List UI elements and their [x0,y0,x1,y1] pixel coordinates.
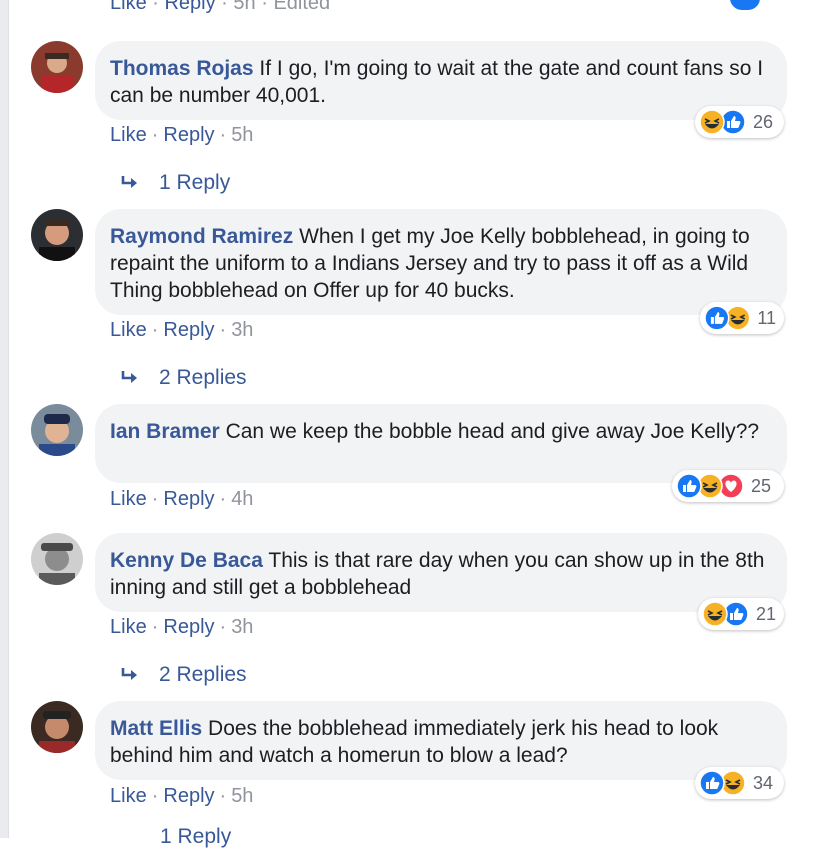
view-replies-link[interactable]: 2 Replies [120,663,247,687]
timestamp: 3h [231,616,254,638]
like-icon [728,0,762,12]
like-link[interactable]: Like [110,124,147,146]
like-icon [676,473,702,499]
comment-bubble: Matt Ellis Does the bobblehead immediate… [95,701,787,780]
like-link[interactable]: Like [110,0,147,14]
reaction-count: 11 [757,307,776,328]
avatar[interactable] [31,41,83,93]
replies-count: 2 Replies [159,663,247,686]
reply-link[interactable]: Reply [163,124,214,146]
avatar[interactable] [31,701,83,753]
reply-arrow-icon [121,371,137,383]
comment-actions: Like · Reply · 3h [110,616,254,638]
reaction-count: 34 [753,772,774,793]
left-border [0,0,9,838]
replies-count: 2 Replies [159,366,247,389]
comment-bubble: Thomas Rojas If I go, I'm going to wait … [95,41,787,120]
replies-count: 1 Reply [159,171,231,194]
reaction-count: 25 [751,475,772,496]
reaction-count: 26 [753,111,774,132]
comment-actions: Like · Reply · 5h [110,124,254,146]
reaction-summary[interactable]: 25 [672,470,784,502]
reply-link[interactable]: Reply [163,488,214,510]
reply-link[interactable]: Reply [163,319,214,341]
comment-actions: Like · Reply · 5h [110,785,254,807]
haha-icon [699,109,725,135]
avatar[interactable] [31,533,83,585]
comment-text: Does the bobblehead immediately jerk his… [110,717,719,767]
view-replies-link[interactable]: 1 Reply [120,171,230,195]
timestamp: 5h [233,0,256,14]
comment-author[interactable]: Thomas Rojas [110,57,254,80]
reaction-count: 21 [755,603,776,624]
comment-actions: Like · Reply · 4h [110,488,254,510]
like-link[interactable]: Like [110,616,147,638]
previous-comment-actions: Like · Reply · 5h · Edited [110,0,330,15]
avatar[interactable] [31,209,83,261]
reply-arrow-icon [121,668,137,680]
view-replies-link[interactable]: 1 Reply [160,825,231,849]
like-link[interactable]: Like [110,319,147,341]
comment-bubble: Kenny De Baca This is that rare day when… [95,533,787,612]
reaction-summary[interactable]: 26 [695,106,784,138]
timestamp: 4h [231,488,254,510]
like-link[interactable]: Like [110,488,147,510]
comment-author[interactable]: Raymond Ramirez [110,225,293,248]
comment-actions: Like · Reply · 3h [110,319,254,341]
timestamp: 3h [231,319,254,341]
reaction-summary[interactable]: 11 [700,302,784,334]
reaction-summary[interactable]: 21 [698,598,784,630]
edited-label: Edited [273,0,331,14]
comment-author[interactable]: Kenny De Baca [110,549,263,572]
like-link[interactable]: Like [110,785,147,807]
reply-link[interactable]: Reply [164,0,215,14]
reply-arrow-icon [121,176,137,188]
comment-bubble: Raymond Ramirez When I get my Joe Kelly … [95,209,787,315]
comment-text: Can we keep the bobble head and give awa… [225,420,760,443]
like-icon [699,770,725,796]
comment-author[interactable]: Matt Ellis [110,717,202,740]
comment-author[interactable]: Ian Bramer [110,420,220,443]
avatar[interactable] [31,404,83,456]
reaction-summary[interactable]: 34 [695,767,784,799]
timestamp: 5h [231,124,254,146]
timestamp: 5h [231,785,254,807]
like-icon [704,305,730,331]
haha-icon [702,601,728,627]
reply-link[interactable]: Reply [163,785,214,807]
view-replies-link[interactable]: 2 Replies [120,366,247,390]
reply-link[interactable]: Reply [163,616,214,638]
